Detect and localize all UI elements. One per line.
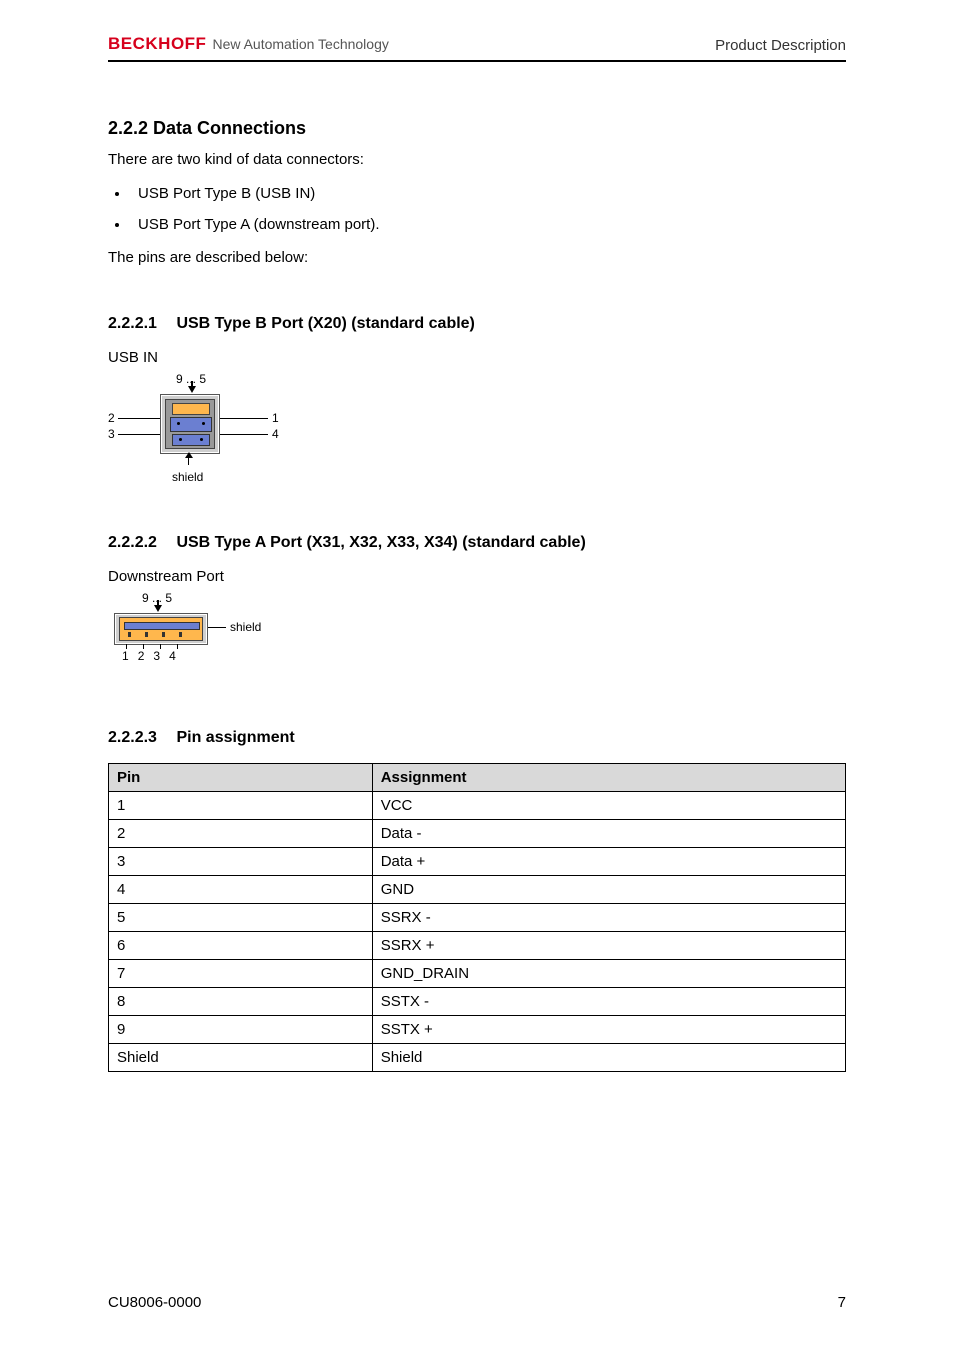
section-heading: 2.2.2 Data Connections	[108, 118, 846, 139]
table-cell: 9	[109, 1015, 373, 1043]
table-cell: GND_DRAIN	[372, 959, 845, 987]
table-cell: 7	[109, 959, 373, 987]
table-cell: Data +	[372, 847, 845, 875]
page-footer: CU8006-0000 7	[108, 1294, 846, 1311]
subsection-number: 2.2.2.3	[108, 729, 172, 747]
brand-block: BECKHOFF New Automation Technology	[108, 34, 389, 54]
connector-slot	[124, 622, 200, 630]
pin-label-row: 1 2 3 4	[122, 649, 176, 663]
pin-label: 3	[153, 649, 160, 663]
leader-line	[220, 434, 268, 435]
table-header-row: Pin Assignment	[109, 763, 846, 791]
pin-label: 2	[138, 649, 145, 663]
connector-body	[165, 399, 215, 449]
page: BECKHOFF New Automation Technology Produ…	[0, 0, 954, 1351]
connector-body	[119, 617, 203, 641]
connector-row	[172, 403, 210, 415]
usb-type-a-diagram: 9 ... 5 shield 1 2 3 4	[108, 591, 308, 683]
brand-tagline: New Automation Technology	[212, 36, 388, 52]
pin-label: 2	[108, 411, 115, 425]
pin-label: 4	[272, 427, 279, 441]
leader-line	[118, 434, 160, 435]
header-rule	[108, 60, 846, 62]
table-cell: Data -	[372, 819, 845, 847]
leader-line	[208, 627, 226, 628]
table-row: ShieldShield	[109, 1043, 846, 1071]
header-section-title: Product Description	[715, 37, 846, 54]
table-row: 9SSTX +	[109, 1015, 846, 1043]
section-outro: The pins are described below:	[108, 247, 846, 269]
leader-line	[177, 644, 178, 649]
table-header-cell: Assignment	[372, 763, 845, 791]
pin-label: 3	[108, 427, 115, 441]
table-cell: Shield	[372, 1043, 845, 1071]
arrow-up-icon	[185, 452, 193, 458]
table-cell: 6	[109, 931, 373, 959]
table-cell: 3	[109, 847, 373, 875]
leader-line	[220, 418, 268, 419]
table-row: 2Data -	[109, 819, 846, 847]
subsection-heading: 2.2.2.1 USB Type B Port (X20) (standard …	[108, 315, 846, 333]
arrow-down-icon	[154, 605, 162, 612]
pin-label: 4	[169, 649, 176, 663]
shield-label: shield	[172, 470, 203, 484]
table-row: 8SSTX -	[109, 987, 846, 1015]
table-cell: 8	[109, 987, 373, 1015]
subsection-heading: 2.2.2.2 USB Type A Port (X31, X32, X33, …	[108, 534, 846, 552]
connector-shell	[114, 613, 208, 645]
table-row: 3Data +	[109, 847, 846, 875]
connector-shell	[160, 394, 220, 454]
footer-doc-id: CU8006-0000	[108, 1294, 201, 1311]
subsection-number: 2.2.2.2	[108, 534, 172, 552]
table-row: 7GND_DRAIN	[109, 959, 846, 987]
subsection-title: USB Type A Port (X31, X32, X33, X34) (st…	[176, 534, 585, 551]
table-cell: 1	[109, 791, 373, 819]
pin-label: 1	[122, 649, 129, 663]
subsection-title: USB Type B Port (X20) (standard cable)	[176, 315, 474, 332]
brand-name: BECKHOFF	[108, 34, 206, 54]
page-header: BECKHOFF New Automation Technology Produ…	[108, 34, 846, 56]
connector-row	[172, 434, 210, 446]
table-row: 4GND	[109, 875, 846, 903]
pin-assignment-table: Pin Assignment 1VCC2Data -3Data +4GND5SS…	[108, 763, 846, 1072]
section-intro: There are two kind of data connectors:	[108, 149, 846, 171]
table-cell: SSRX +	[372, 931, 845, 959]
table-cell: SSTX -	[372, 987, 845, 1015]
table-row: 5SSRX -	[109, 903, 846, 931]
subsection-heading: 2.2.2.3 Pin assignment	[108, 729, 846, 747]
shield-label: shield	[230, 620, 261, 634]
port-label: USB IN	[108, 349, 846, 366]
list-item: USB Port Type A (downstream port).	[130, 214, 846, 235]
connector-row	[170, 417, 212, 432]
pin-label: 1	[272, 411, 279, 425]
table-cell: 4	[109, 875, 373, 903]
subsection-number: 2.2.2.1	[108, 315, 172, 333]
table-cell: VCC	[372, 791, 845, 819]
table-cell: Shield	[109, 1043, 373, 1071]
usb-type-b-diagram: 9 ... 5 2 3 1 4 s	[108, 372, 298, 488]
connector-list: USB Port Type B (USB IN) USB Port Type A…	[130, 183, 846, 235]
subsection-title: Pin assignment	[176, 729, 294, 746]
table-cell: SSRX -	[372, 903, 845, 931]
table-cell: GND	[372, 875, 845, 903]
table-cell: SSTX +	[372, 1015, 845, 1043]
table-row: 1VCC	[109, 791, 846, 819]
list-item: USB Port Type B (USB IN)	[130, 183, 846, 204]
leader-line	[118, 418, 160, 419]
table-cell: 2	[109, 819, 373, 847]
port-label: Downstream Port	[108, 568, 846, 585]
table-cell: 5	[109, 903, 373, 931]
footer-page-number: 7	[838, 1294, 846, 1311]
table-header-cell: Pin	[109, 763, 373, 791]
table-row: 6SSRX +	[109, 931, 846, 959]
arrow-down-icon	[188, 386, 196, 393]
connector-contacts	[128, 632, 182, 637]
